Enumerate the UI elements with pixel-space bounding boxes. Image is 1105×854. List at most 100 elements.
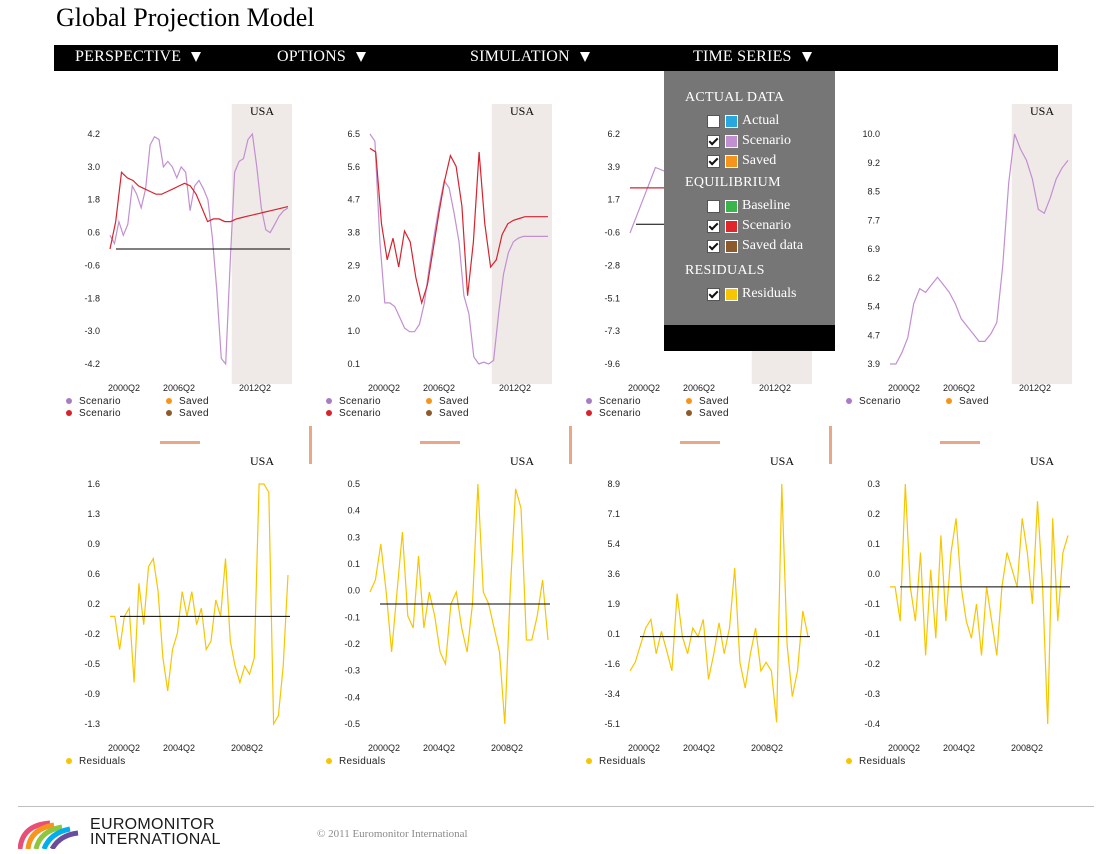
color-swatch (725, 154, 738, 168)
y-tick-label: -0.3 (344, 666, 360, 676)
option-label: Saved data (742, 238, 804, 253)
x-tick-label: 2006Q2 (943, 383, 975, 393)
checkbox[interactable] (707, 134, 720, 148)
x-tick-label: 2000Q2 (628, 383, 660, 393)
y-tick-label: -0.5 (344, 719, 360, 729)
option-saved[interactable]: Saved (707, 153, 776, 169)
legend-dot-icon (326, 758, 332, 764)
option-saved-data[interactable]: Saved data (707, 238, 803, 254)
y-tick-label: 3.8 (347, 228, 360, 238)
option-label: Baseline (742, 198, 791, 213)
country-label: USA (250, 454, 274, 468)
legend-dot-icon (686, 398, 692, 404)
option-label: Saved (742, 153, 777, 168)
y-tick-label: -0.1 (344, 612, 360, 622)
resize-handle[interactable] (569, 426, 572, 464)
checkbox[interactable] (707, 114, 720, 128)
time-series-dropdown: ACTUAL DATA Actual Scenario Saved EQUILI… (664, 71, 835, 351)
chart-svg: USA 6.5 5.6 4.7 3.8 2.9 2.0 1.0 0.1 2000Q2 2006Q2 2… (326, 104, 552, 419)
chart-svg: USA 0.5 0.4 0.3 0.1 0.0 -0.1 -0.2 -0.3 -0.4 -0.5 20… (326, 454, 550, 767)
y-tick-label: 1.0 (347, 326, 360, 336)
legend-label: Saved (699, 408, 729, 419)
menu-simulation[interactable]: SIMULATION (470, 48, 590, 66)
menu-options[interactable]: OPTIONS (277, 48, 366, 66)
resize-handle[interactable] (940, 441, 980, 444)
y-tick-label: -0.4 (344, 692, 360, 702)
chart-svg: USA 10.0 9.2 8.5 7.7 6.9 6.2 5.4 4.7 3.9 2000Q2 200… (846, 104, 1072, 407)
checkbox[interactable] (707, 239, 720, 253)
checkbox[interactable] (707, 199, 720, 213)
option-baseline[interactable]: Baseline (707, 198, 790, 214)
series-line (890, 483, 1069, 725)
y-tick-label: -1.6 (604, 659, 620, 669)
menu-time-series[interactable]: TIME SERIES (693, 48, 812, 66)
dropdown-heading-actual: ACTUAL DATA (685, 90, 785, 105)
y-tick-label: -0.4 (864, 719, 880, 729)
legend-label: Saved (959, 396, 989, 407)
legend-dot-icon (946, 398, 952, 404)
resize-handle[interactable] (680, 441, 720, 444)
legend-dot-icon (846, 758, 852, 764)
checkbox[interactable] (707, 219, 720, 233)
checkbox[interactable] (707, 154, 720, 168)
chart-panel-bottom-4: USA 0.3 0.2 0.1 0.0 -0.1 -0.1 -0.2 -0.3 -0.4 2000Q… (834, 448, 1074, 778)
legend-label: Scenario (599, 408, 641, 419)
color-swatch (725, 199, 738, 213)
color-swatch (725, 239, 738, 253)
y-tick-label: -3.4 (604, 689, 620, 699)
chart-panel-bottom-3: USA 8.9 7.1 5.4 3.6 1.9 0.1 -1.6 -3.4 -5.1 2000Q2 2… (574, 448, 814, 778)
y-tick-label: 6.5 (347, 129, 360, 139)
country-label: USA (770, 454, 794, 468)
menu-perspective[interactable]: PERSPECTIVE (75, 48, 202, 66)
dropdown-arrow-icon (801, 52, 812, 62)
y-tick-label: 0.6 (87, 228, 100, 238)
chart-panel-top-1: USA 4.2 3.0 1.8 0.6 -0.6 -1.8 -3.0 -4.2 2000Q2 200… (54, 98, 294, 428)
y-tick-label: 0.3 (347, 532, 360, 542)
legend-dot-icon (846, 398, 852, 404)
legend-label: Scenario (339, 396, 381, 407)
y-tick-label: 1.3 (87, 509, 100, 519)
y-tick-label: 6.2 (867, 273, 880, 283)
country-label: USA (250, 104, 274, 118)
chart-svg: USA 4.2 3.0 1.8 0.6 -0.6 -1.8 -3.0 -4.2 2000Q2 200… (66, 104, 292, 419)
y-tick-label: 1.9 (607, 599, 620, 609)
option-residuals[interactable]: Residuals (707, 286, 796, 302)
x-tick-label: 2004Q2 (943, 743, 975, 753)
option-scenario[interactable]: Scenario (707, 133, 791, 149)
y-tick-label: 4.7 (347, 195, 360, 205)
legend-label: Residuals (79, 756, 126, 767)
option-label: Actual (742, 113, 780, 128)
x-tick-label: 2008Q2 (491, 743, 523, 753)
x-tick-label: 2004Q2 (683, 743, 715, 753)
resize-handle[interactable] (309, 426, 312, 464)
x-tick-label: 2000Q2 (108, 383, 140, 393)
y-tick-label: 0.1 (867, 539, 880, 549)
menu-options-label: OPTIONS (277, 48, 346, 65)
option-label: Residuals (742, 286, 797, 301)
chart-svg: USA 8.9 7.1 5.4 3.6 1.9 0.1 -1.6 -3.4 -5.1 2000Q2 2… (586, 454, 810, 767)
y-tick-label: -0.6 (604, 228, 620, 238)
resize-handle[interactable] (160, 441, 200, 444)
checkbox[interactable] (707, 287, 720, 301)
x-tick-label: 2008Q2 (1011, 743, 1043, 753)
y-tick-label: -3.0 (84, 326, 100, 336)
y-tick-label: 7.7 (867, 215, 880, 225)
x-tick-label: 2008Q2 (231, 743, 263, 753)
legend-dot-icon (166, 410, 172, 416)
legend-label: Saved (699, 396, 729, 407)
resize-handle[interactable] (420, 441, 460, 444)
y-tick-label: 2.0 (347, 293, 360, 303)
chart-svg: USA 0.3 0.2 0.1 0.0 -0.1 -0.1 -0.2 -0.3 -0.4 2000Q… (846, 454, 1070, 767)
y-tick-label: -1.3 (84, 719, 100, 729)
y-tick-label: 4.7 (867, 330, 880, 340)
y-tick-label: -7.3 (604, 326, 620, 336)
option-eq-scenario[interactable]: Scenario (707, 218, 791, 234)
x-tick-label: 2006Q2 (163, 383, 195, 393)
x-tick-label: 2012Q2 (759, 383, 791, 393)
y-tick-label: 0.2 (87, 599, 100, 609)
dropdown-arrow-icon (191, 52, 202, 62)
resize-handle[interactable] (829, 426, 832, 464)
x-tick-label: 2006Q2 (683, 383, 715, 393)
legend-label: Saved (179, 396, 209, 407)
option-actual[interactable]: Actual (707, 113, 779, 129)
